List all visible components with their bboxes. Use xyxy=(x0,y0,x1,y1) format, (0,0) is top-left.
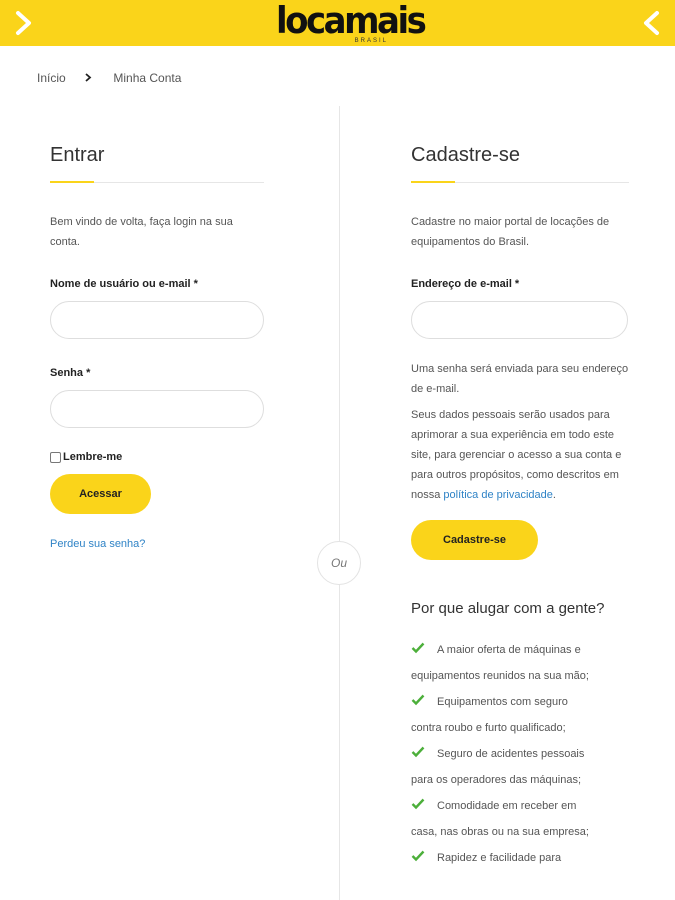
register-title: Cadastre-se xyxy=(411,144,520,166)
email-input[interactable] xyxy=(411,301,628,339)
column-divider xyxy=(339,106,340,900)
benefit-item-cont: para os operadores das máquinas; xyxy=(411,774,581,786)
register-section: Cadastre-se Cadastre no maior portal de … xyxy=(411,140,629,871)
breadcrumb-home-link[interactable]: Início xyxy=(37,71,66,85)
logo-text: locamais xyxy=(276,0,427,43)
benefit-item-cont: contra roubo e furto qualificado; xyxy=(411,722,566,734)
site-logo[interactable]: locamais BRASIL xyxy=(276,0,427,46)
privacy-text: Seus dados pessoais serão usados para ap… xyxy=(411,409,622,501)
breadcrumb-current: Minha Conta xyxy=(113,70,182,85)
benefits-list: A maior oferta de máquinas e equipamento… xyxy=(411,637,629,871)
top-header-bar: locamais BRASIL xyxy=(0,0,675,46)
benefit-item: Equipamentos com seguro xyxy=(411,689,629,715)
login-title: Entrar xyxy=(50,144,105,166)
benefit-item: Rapidez e facilidade para xyxy=(411,845,629,871)
benefit-item-cont: equipamentos reunidos na sua mão; xyxy=(411,670,589,682)
remember-me-row[interactable]: Lembre-me xyxy=(50,451,264,463)
password-label: Senha * xyxy=(50,367,91,379)
or-separator: Ou xyxy=(317,541,361,585)
register-title-underline xyxy=(411,181,629,183)
username-input[interactable] xyxy=(50,301,264,339)
chevron-right-icon[interactable] xyxy=(14,8,34,38)
check-icon xyxy=(411,742,425,758)
chevron-left-icon[interactable] xyxy=(641,8,661,38)
remember-me-label: Lembre-me xyxy=(63,451,123,463)
username-label: Nome de usuário ou e-mail * xyxy=(50,278,198,290)
check-icon xyxy=(411,846,425,862)
check-icon xyxy=(411,690,425,706)
lost-password-link[interactable]: Perdeu sua senha? xyxy=(50,538,264,550)
breadcrumb-separator-icon xyxy=(85,71,92,85)
privacy-policy-link[interactable]: política de privacidade xyxy=(443,489,552,501)
check-icon xyxy=(411,638,425,654)
login-section: Entrar Bem vindo de volta, faça login na… xyxy=(50,140,264,550)
remember-me-checkbox[interactable] xyxy=(50,451,61,463)
why-title: Por que alugar com a gente? xyxy=(411,600,605,617)
email-label: Endereço de e-mail * xyxy=(411,278,520,290)
check-icon xyxy=(411,794,425,810)
login-title-underline xyxy=(50,181,264,183)
benefit-item: A maior oferta de máquinas e xyxy=(411,637,629,663)
logo-subtitle: BRASIL xyxy=(354,38,388,44)
benefit-item-cont: casa, nas obras ou na sua empresa; xyxy=(411,826,589,838)
privacy-notice: Seus dados pessoais serão usados para ap… xyxy=(411,405,629,505)
register-button[interactable]: Cadastre-se xyxy=(411,520,538,560)
breadcrumb: Início Minha Conta xyxy=(37,70,181,85)
login-intro: Bem vindo de volta, faça login na sua co… xyxy=(50,216,233,248)
benefit-item: Seguro de acidentes pessoais xyxy=(411,741,629,767)
password-note: Uma senha será enviada para seu endereço… xyxy=(411,363,629,395)
privacy-suffix: . xyxy=(552,489,556,501)
benefit-item: Comodidade em receber em xyxy=(411,793,629,819)
password-input[interactable] xyxy=(50,390,264,428)
register-intro: Cadastre no maior portal de locações de … xyxy=(411,216,610,248)
login-button[interactable]: Acessar xyxy=(50,474,151,514)
